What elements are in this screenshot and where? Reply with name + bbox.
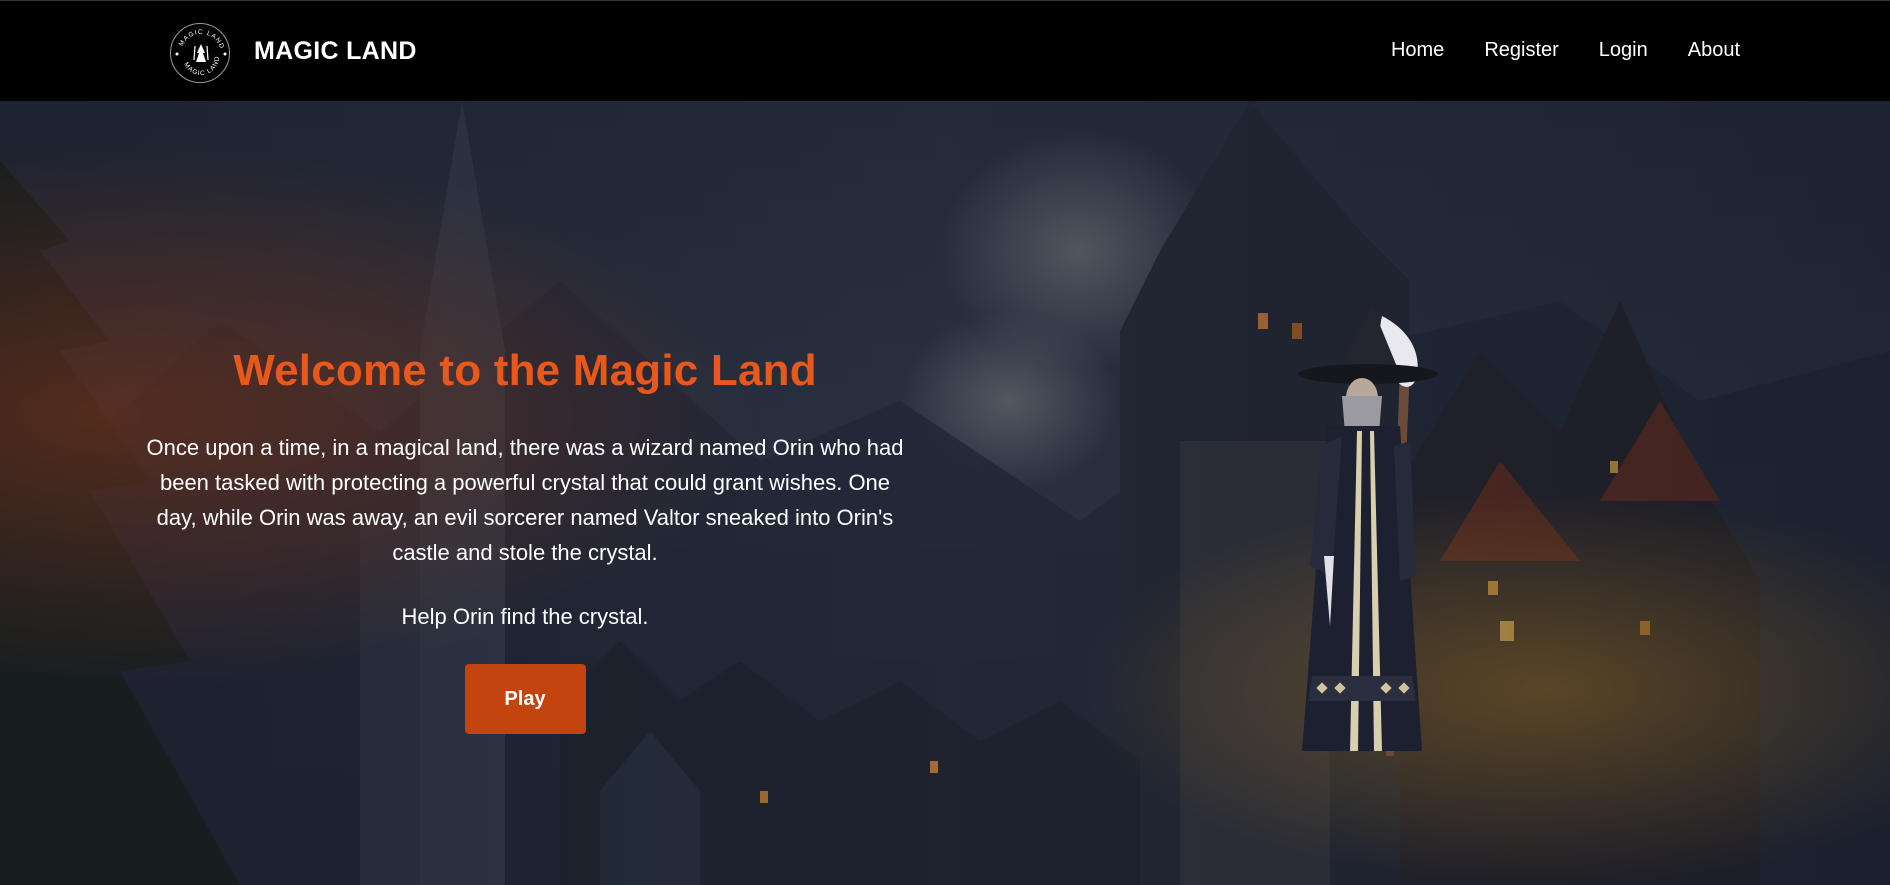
nav-login[interactable]: Login bbox=[1599, 39, 1648, 62]
wizard-character-image bbox=[1298, 306, 1438, 756]
play-button[interactable]: Play bbox=[464, 664, 586, 734]
brand-title[interactable]: MAGIC LAND bbox=[254, 37, 417, 66]
hero-cta-text: Help Orin find the crystal. bbox=[401, 604, 649, 629]
nav-about[interactable]: About bbox=[1688, 39, 1740, 62]
main-nav: Home Register Login About bbox=[1351, 39, 1740, 62]
hero-content: Welcome to the Magic Land Once upon a ti… bbox=[140, 346, 910, 734]
navbar: MAGIC LAND MAGIC LAND MAGIC LAND Home Re… bbox=[0, 0, 1890, 101]
hero-title: Welcome to the Magic Land bbox=[233, 346, 817, 395]
hero-story-text: Once upon a time, in a magical land, the… bbox=[146, 435, 904, 565]
wizard-emblem-icon: MAGIC LAND MAGIC LAND bbox=[175, 29, 227, 77]
nav-register[interactable]: Register bbox=[1484, 39, 1558, 62]
hero-section: Welcome to the Magic Land Once upon a ti… bbox=[0, 101, 1890, 885]
logo[interactable]: MAGIC LAND MAGIC LAND bbox=[170, 23, 230, 83]
nav-home[interactable]: Home bbox=[1391, 39, 1444, 62]
